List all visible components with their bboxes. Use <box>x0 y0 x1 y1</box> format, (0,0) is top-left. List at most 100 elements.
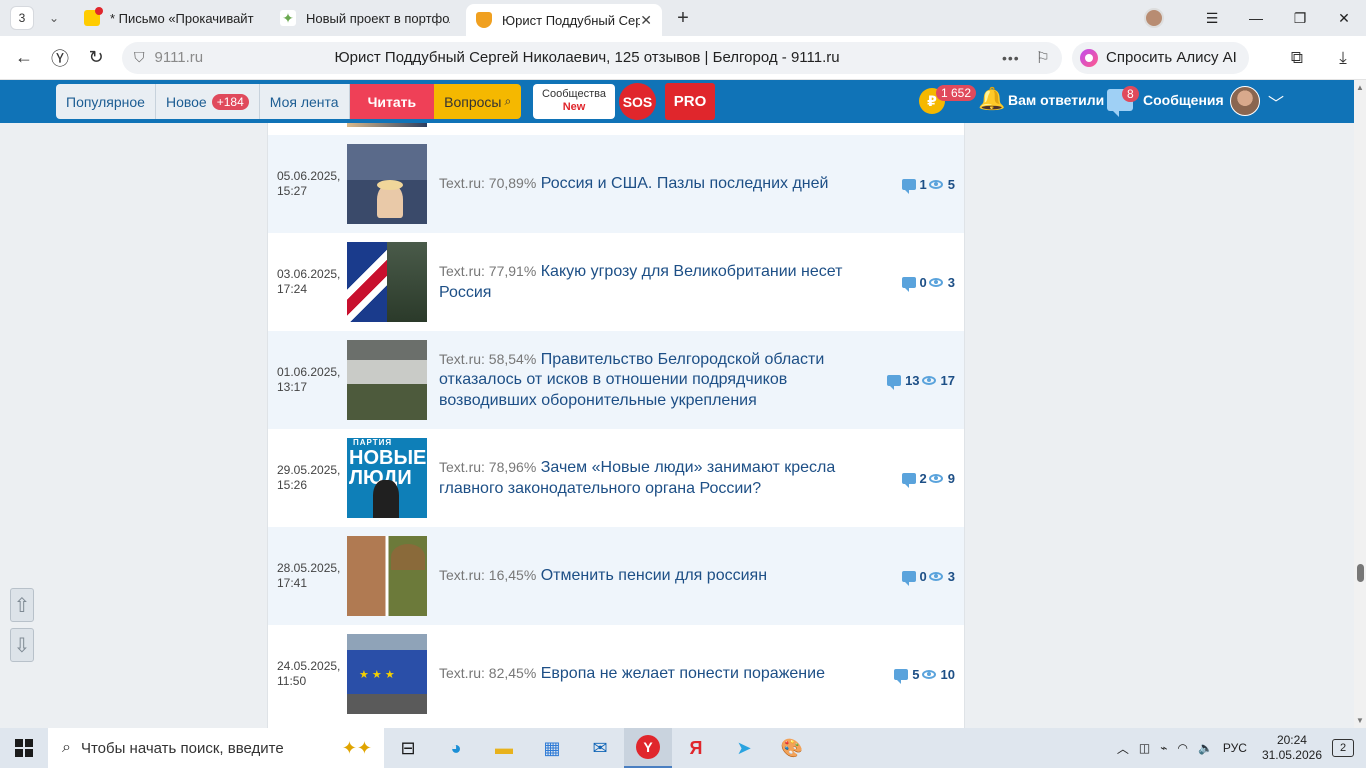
views-icon <box>921 669 936 679</box>
notifications-count: 2 <box>1339 742 1347 754</box>
alice-icon <box>1080 48 1098 67</box>
network-icon[interactable]: ⌁ <box>1160 741 1167 755</box>
article-thumbnail[interactable] <box>347 144 427 224</box>
nav-read[interactable]: Читать <box>349 84 435 119</box>
taskbar-search[interactable]: ⌕ Чтобы начать поиск, введите ✦✦ <box>48 728 384 768</box>
pro-button[interactable]: PRO <box>665 83 715 120</box>
nav-communities[interactable]: Сообщества New <box>533 84 615 119</box>
nav-my-feed[interactable]: Моя лента <box>259 84 350 119</box>
nav-new-label: Новое <box>165 93 207 110</box>
tab-mail[interactable]: * Письмо «Прокачивайте <box>74 3 264 33</box>
tab-count-button[interactable]: 3 <box>10 6 34 30</box>
close-tab-icon[interactable]: ✕ <box>640 12 652 29</box>
messages-badge: 8 <box>1122 86 1139 102</box>
shield-logo-icon <box>476 12 492 28</box>
taskbar-search-placeholder: Чтобы начать поиск, введите <box>80 739 284 757</box>
nav-questions[interactable]: Вопросы ⌕ <box>434 84 522 119</box>
article-date: 03.06.2025, 17:24 <box>277 267 341 296</box>
comments-count[interactable]: 0 <box>920 569 927 584</box>
nav-new[interactable]: Новое +184 <box>155 84 260 119</box>
url-host: 9111.ru <box>154 49 204 66</box>
site-security-icon[interactable]: ⛉ <box>134 49 145 66</box>
yandex-icon[interactable]: Я <box>672 728 720 768</box>
meet-icon[interactable]: ◫ <box>1139 741 1150 755</box>
scroll-up-button[interactable]: ⇧ <box>10 588 34 622</box>
new-tab-button[interactable]: + <box>670 5 696 31</box>
views-icon <box>921 375 936 385</box>
outlook-icon[interactable]: ✉ <box>576 728 624 768</box>
article-thumbnail[interactable]: ПАРТИЯ НОВЫЕ ЛЮДИ <box>347 438 427 518</box>
answered-link[interactable]: Вам ответили <box>1008 92 1104 108</box>
article-thumbnail[interactable] <box>347 536 427 616</box>
articles-list: 05.06.2025, 15:27 Text.ru: 70,89% Россия … <box>267 123 965 728</box>
messages-link[interactable]: Сообщения <box>1143 92 1224 108</box>
reload-icon[interactable]: ↻ <box>78 47 114 68</box>
profile-avatar[interactable] <box>1144 8 1164 28</box>
scrollbar-thumb[interactable] <box>1357 564 1364 582</box>
back-icon[interactable]: ← <box>6 47 42 68</box>
text-ru-score: Text.ru: 77,91% <box>439 263 537 279</box>
mail-icon <box>84 7 103 26</box>
clock[interactable]: 20:24 31.05.2026 <box>1262 733 1322 763</box>
tab-title: Новый проект в портфол <box>306 10 450 26</box>
close-window-icon[interactable]: ✕ <box>1322 10 1366 27</box>
scroll-down-arrow-icon[interactable]: ▼ <box>1356 716 1364 725</box>
ask-alice-button[interactable]: Спросить Алису AI <box>1072 41 1249 74</box>
task-view-icon[interactable]: ⊟ <box>384 728 432 768</box>
text-ru-score: Text.ru: 58,54% <box>439 350 537 367</box>
scroll-up-arrow-icon[interactable]: ▲ <box>1356 83 1364 92</box>
thumb-party-name: НОВЫЕ ЛЮДИ <box>349 447 427 489</box>
comments-count[interactable]: 1 <box>920 177 927 192</box>
restore-icon[interactable]: ❐ <box>1278 10 1322 27</box>
article-thumbnail[interactable] <box>347 242 427 322</box>
collections-icon[interactable]: ⧉ <box>1274 48 1320 68</box>
start-button[interactable] <box>0 728 48 768</box>
tab-list-chevron-icon[interactable]: ⌄ <box>40 6 68 30</box>
chevron-down-icon[interactable]: ﹀ <box>1268 90 1284 114</box>
comments-count[interactable]: 13 <box>905 373 919 388</box>
comments-count[interactable]: 2 <box>920 471 927 486</box>
yandex-icon[interactable]: Ⓨ <box>42 45 78 71</box>
edge-icon[interactable]: ◕ <box>432 728 480 768</box>
file-explorer-icon[interactable]: ▬ <box>480 728 528 768</box>
sos-button[interactable]: SOS <box>619 83 656 120</box>
comments-count[interactable]: 0 <box>920 275 927 290</box>
volume-icon[interactable]: 🔈 <box>1198 741 1213 755</box>
language-indicator[interactable]: РУС <box>1223 741 1247 755</box>
article-title-link[interactable]: Россия и США. Пазлы последних дней <box>541 175 829 192</box>
tab-lawyer-profile[interactable]: Юрист Поддубный Сергей ✕ <box>466 4 662 36</box>
show-hidden-icons-icon[interactable]: ︿ <box>1117 740 1129 757</box>
telegram-icon[interactable]: ➤ <box>720 728 768 768</box>
article-stats: 03 <box>901 233 955 331</box>
download-icon[interactable]: ⤓ <box>1320 48 1366 68</box>
browser-tab-strip: 3 ⌄ * Письмо «Прокачивайте ✦ Новый проек… <box>0 0 1366 36</box>
tab-portfolio[interactable]: ✦ Новый проект в портфол <box>270 3 460 33</box>
store-icon[interactable]: ▦ <box>528 728 576 768</box>
minimize-icon[interactable]: — <box>1234 10 1278 26</box>
wifi-icon[interactable]: ◠ <box>1177 741 1187 755</box>
url-field[interactable]: ⛉ 9111.ru Юрист Поддубный Сергей Николае… <box>122 41 1062 74</box>
text-ru-score: Text.ru: 70,89% <box>439 175 537 192</box>
list-item: 29.05.2025, 15:26 ПАРТИЯ НОВЫЕ ЛЮДИ Text.r… <box>268 429 964 527</box>
more-icon[interactable]: ••• <box>1002 50 1020 66</box>
text-ru-score: Text.ru: 78,96% <box>439 459 537 475</box>
bookmark-icon[interactable]: ⚐ <box>1036 48 1050 68</box>
previous-article-thumbnail[interactable] <box>347 123 427 127</box>
comment-icon <box>901 178 916 194</box>
article-stats: 03 <box>901 527 955 625</box>
menu-icon[interactable]: ☰ <box>1190 10 1234 27</box>
paint-icon[interactable]: 🎨 <box>768 728 816 768</box>
article-thumbnail[interactable] <box>347 634 427 714</box>
yandex-browser-icon[interactable]: Y <box>624 728 672 768</box>
comments-count[interactable]: 5 <box>912 667 919 682</box>
scroll-down-button[interactable]: ⇩ <box>10 628 34 662</box>
article-thumbnail[interactable] <box>347 340 427 420</box>
notifications-button[interactable]: 2 <box>1332 739 1354 757</box>
system-tray: ︿ ◫ ⌁ ◠ 🔈 РУС 20:24 31.05.2026 2 <box>1112 733 1366 763</box>
page-scrollbar[interactable]: ▲ ▼ <box>1354 80 1366 728</box>
article-title-link[interactable]: Европа не желает понести поражение <box>541 665 825 682</box>
user-avatar[interactable] <box>1230 86 1260 116</box>
article-title-link[interactable]: Отменить пенсии для россиян <box>541 567 767 584</box>
nav-popular[interactable]: Популярное <box>56 84 156 119</box>
bell-icon[interactable]: 🔔 <box>978 86 1005 112</box>
